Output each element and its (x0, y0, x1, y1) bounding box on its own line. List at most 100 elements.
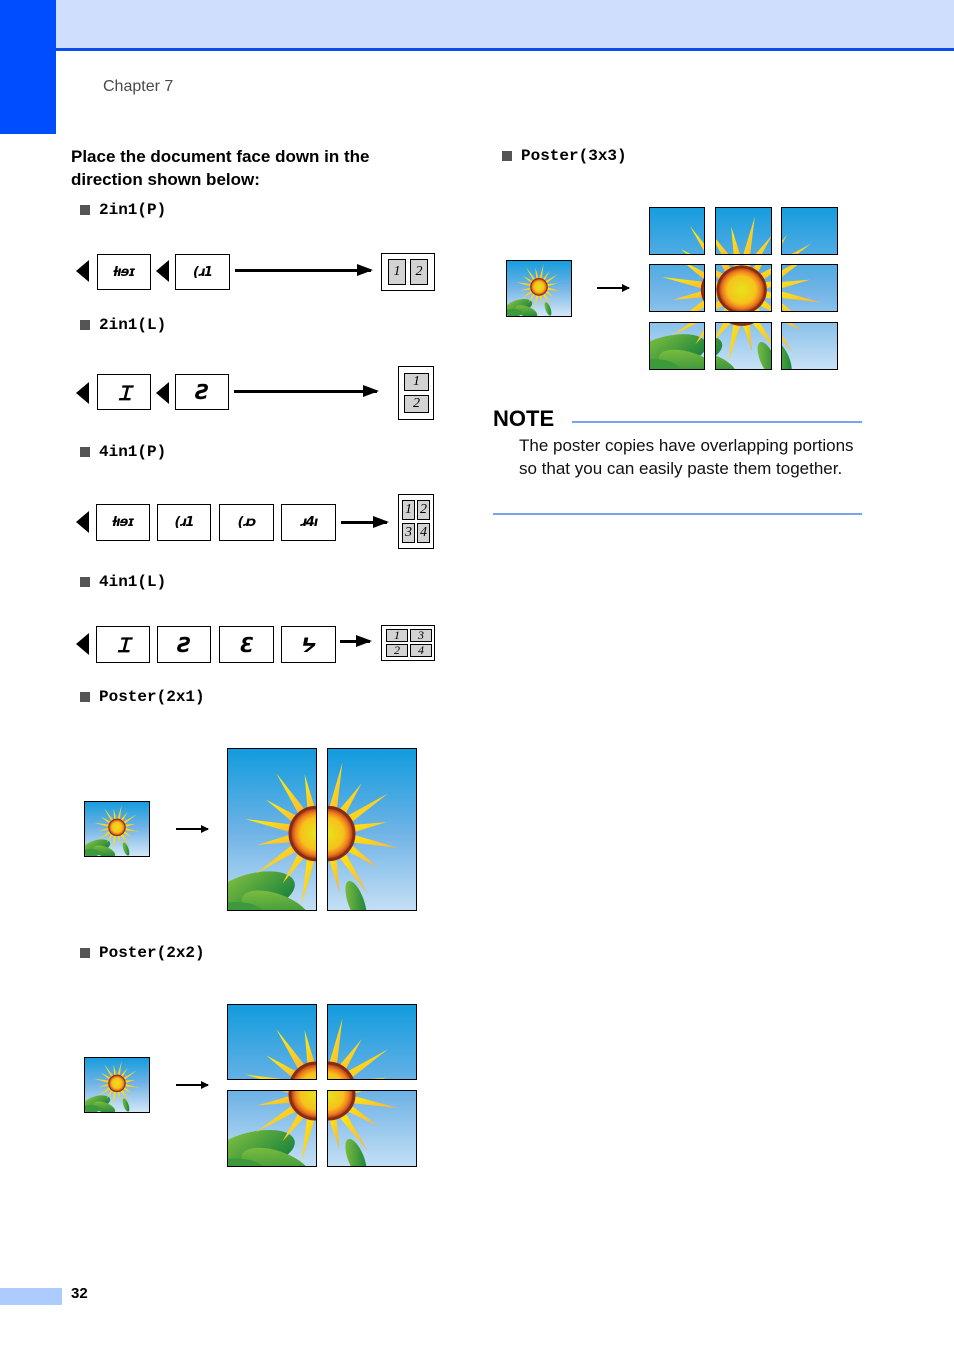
input-page-2: (ɹ1 (175, 254, 230, 290)
output-cell: 4 (417, 523, 430, 543)
poster-tile (327, 748, 417, 911)
poster-tile (327, 1090, 417, 1167)
feed-direction-icon (156, 260, 169, 282)
section-heading-4in1-l: 4in1(L) (80, 573, 166, 591)
input-page-3: (ɹɔ (219, 504, 274, 541)
output-cell: 1 (388, 259, 406, 285)
poster-tile (649, 322, 705, 370)
section-label: 2in1(L) (99, 316, 167, 334)
poster-tile (227, 1090, 317, 1167)
section-label: Poster(2x2) (99, 944, 205, 962)
bullet-square-icon (80, 205, 90, 215)
bullet-square-icon (80, 320, 90, 330)
feed-direction-icon (76, 260, 89, 282)
footer-bar (0, 1288, 62, 1305)
feed-direction-icon (76, 382, 89, 404)
output-sheet: 1 3 2 4 (381, 625, 435, 661)
original-sunflower-image (84, 1057, 150, 1113)
intro-instruction: Place the document face down in the dire… (71, 147, 370, 189)
mirrored-page-glyph: ɹ4ı (299, 515, 318, 530)
output-cell: 2 (417, 500, 430, 520)
sunflower-graphic (228, 749, 316, 910)
section-heading-2in1-l: 2in1(L) (80, 316, 166, 334)
rotated-page-glyph: Ɛ (240, 632, 254, 657)
section-heading-4in1-p: 4in1(P) (80, 443, 166, 461)
arrow-right-icon (597, 284, 630, 292)
section-heading-2in1-p: 2in1(P) (80, 201, 166, 219)
poster-tile (715, 207, 772, 255)
bullet-square-icon (80, 447, 90, 457)
header-band (56, 0, 954, 51)
feed-direction-icon (156, 382, 169, 404)
note-text: The poster copies have overlapping porti… (519, 436, 854, 478)
section-heading-poster-2x1: Poster(2x1) (80, 688, 205, 706)
sunflower-graphic (782, 208, 837, 254)
sunflower-graphic (716, 323, 771, 369)
poster-tile (227, 748, 317, 911)
output-cell: 2 (404, 395, 429, 413)
sunflower-graphic (716, 208, 771, 254)
arrow-right-icon (176, 825, 209, 833)
output-cell: 4 (410, 643, 432, 657)
sunflower-graphic (650, 323, 704, 369)
input-page-1: ƚıɘɪ (97, 254, 151, 290)
original-sunflower-image (506, 260, 572, 317)
section-heading-poster-2x2: Poster(2x2) (80, 944, 205, 962)
rotated-page-glyph: Ƨ (177, 632, 191, 657)
page-number: 32 (71, 1285, 88, 1302)
input-page-2: Ƨ (175, 374, 229, 410)
poster-tile (781, 264, 838, 312)
feed-direction-icon (76, 511, 89, 533)
note-title: NOTE (493, 406, 555, 431)
bullet-square-icon (80, 692, 90, 702)
arrow-right-icon (234, 385, 379, 397)
input-page-1: Ɪ (97, 374, 151, 410)
feed-direction-icon (76, 633, 89, 655)
rotated-page-glyph: Ƨ (195, 380, 209, 404)
sunflower-graphic (228, 1091, 316, 1166)
input-page-4: ᔭ (281, 626, 336, 663)
sunflower-graphic (228, 1005, 316, 1079)
output-cell: 1 (404, 373, 429, 391)
arrow-right-icon (235, 264, 373, 276)
section-label: 4in1(P) (99, 443, 167, 461)
sunflower-graphic (782, 265, 837, 311)
arrow-right-icon (340, 635, 372, 647)
mirrored-page-glyph: ƚıɘɪ (113, 264, 135, 280)
section-label: 2in1(P) (99, 201, 167, 219)
poster-tile (649, 207, 705, 255)
section-label: Poster(3x3) (521, 147, 627, 165)
rotated-page-glyph: Ɪ (117, 633, 129, 657)
input-page-3: Ɛ (219, 626, 274, 663)
note-rule-top (572, 421, 862, 423)
rotated-page-glyph: ᔭ (301, 632, 317, 657)
section-label: Poster(2x1) (99, 688, 205, 706)
output-sheet: 1 2 (381, 253, 435, 291)
mirrored-page-glyph: ƚıɘɪ (112, 515, 134, 530)
input-page-2: Ƨ (157, 626, 211, 663)
poster-tile (715, 264, 772, 312)
poster-tile (781, 322, 838, 370)
mirrored-page-glyph: (ɹ1 (174, 515, 195, 530)
arrow-right-icon (176, 1081, 209, 1089)
poster-tile (327, 1004, 417, 1080)
sunflower-graphic (650, 265, 704, 311)
note-rule-bottom (493, 513, 862, 515)
bullet-square-icon (80, 948, 90, 958)
poster-tile (649, 264, 705, 312)
output-cell: 3 (410, 628, 432, 642)
sunflower-graphic (716, 265, 771, 311)
bullet-square-icon (502, 151, 512, 161)
input-page-1: ƚıɘɪ (96, 504, 150, 541)
mirrored-page-glyph: (ɹ1 (193, 264, 213, 280)
sunflower-graphic (328, 1091, 416, 1166)
sunflower-graphic (85, 802, 149, 856)
sunflower-graphic (650, 208, 704, 254)
output-cell: 1 (402, 500, 415, 520)
input-page-4: ɹ4ı (281, 504, 336, 541)
chapter-side-tab (0, 0, 56, 134)
output-sheet: 1 2 3 4 (398, 494, 434, 549)
poster-tile (715, 322, 772, 370)
original-sunflower-image (84, 801, 150, 857)
input-page-1: Ɪ (96, 626, 150, 663)
